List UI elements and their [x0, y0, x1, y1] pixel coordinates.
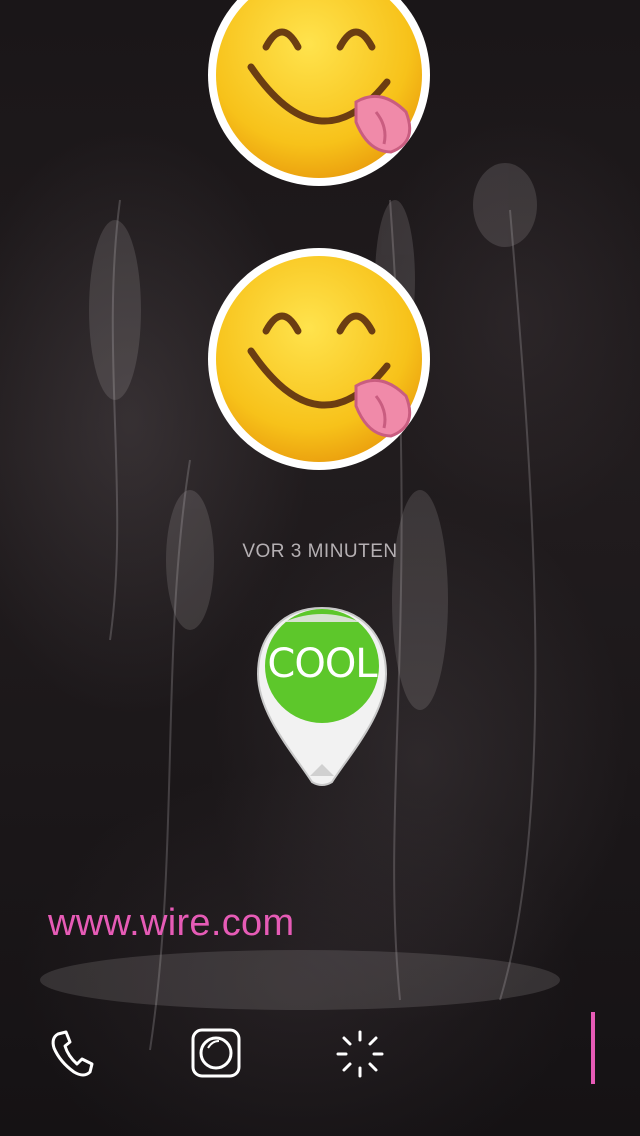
- sketch-icon[interactable]: [332, 1026, 388, 1082]
- message-timestamp: VOR 3 MINUTEN: [242, 541, 398, 562]
- text-input-caret[interactable]: [591, 1012, 595, 1084]
- camera-icon[interactable]: [188, 1026, 244, 1082]
- yum-face-emoji-icon[interactable]: [206, 246, 432, 472]
- wire-link[interactable]: www.wire.com: [48, 902, 294, 945]
- cool-sticker-icon[interactable]: [254, 604, 390, 788]
- sticker-label: COOL: [267, 641, 377, 687]
- yum-face-emoji-icon[interactable]: [206, 0, 432, 188]
- phone-icon[interactable]: [44, 1026, 100, 1082]
